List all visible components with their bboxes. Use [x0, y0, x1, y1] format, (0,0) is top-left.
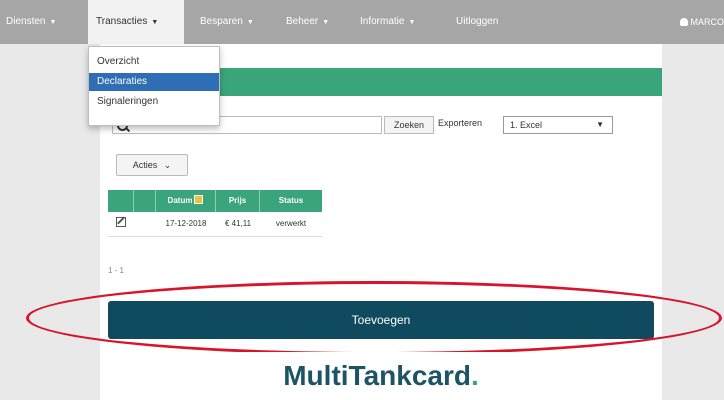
brand-logo: MultiTankcard. [100, 352, 662, 400]
export-label: Exporteren [438, 118, 483, 128]
chevron-down-icon: ⌄ [163, 160, 172, 170]
nav-transacties[interactable]: Transacties ▼ [88, 0, 184, 44]
cell-status: verwerkt [275, 219, 307, 228]
export-selected-value: 1. Excel [510, 120, 543, 130]
dropdown-item-declaraties[interactable]: Declaraties [89, 73, 219, 91]
caret-down-icon: ▼ [322, 19, 330, 26]
column-header [134, 190, 156, 212]
search-button[interactable]: Zoeken [384, 116, 434, 134]
nav-diensten[interactable]: Diensten ▼ [0, 0, 56, 44]
highlight-ellipse [26, 281, 722, 355]
export-select[interactable]: 1. Excel ▼ [503, 116, 613, 134]
brand-name: MultiTankcard [283, 360, 471, 391]
caret-down-icon: ▼ [246, 19, 254, 26]
user-name: MARCO [690, 17, 724, 27]
actions-button[interactable]: Acties ⌄ [116, 154, 188, 176]
caret-down-icon: ▼ [408, 19, 416, 26]
column-header [108, 190, 134, 212]
cell-price: € 41,11 [224, 219, 252, 228]
brand-dot: . [470, 360, 479, 391]
nav-besparen[interactable]: Besparen ▼ [200, 0, 254, 44]
table-header: Datum Prijs Status [108, 190, 322, 212]
cell-date: 17-12-2018 [165, 219, 207, 228]
nav-uitloggen[interactable]: Uitloggen [456, 0, 498, 44]
nav-informatie[interactable]: Informatie ▼ [360, 0, 415, 44]
nav-beheer[interactable]: Beheer ▼ [286, 0, 329, 44]
transacties-dropdown: Overzicht Declaraties Signaleringen [88, 46, 220, 126]
sort-icon [194, 195, 204, 204]
column-header-prijs[interactable]: Prijs [216, 190, 260, 212]
edit-icon [116, 217, 126, 227]
user-icon [679, 18, 688, 26]
column-header-datum[interactable]: Datum [156, 190, 216, 212]
column-header-label: Datum [167, 196, 193, 205]
table-row: 17-12-2018 € 41,11 verwerkt [108, 212, 322, 237]
nav-label: Transacties [96, 16, 148, 27]
nav-label: Informatie [360, 16, 405, 27]
nav-label: Uitloggen [456, 16, 499, 27]
top-navbar: Diensten ▼ Transacties ▼ Besparen ▼ Beheer ▼… [0, 0, 724, 44]
nav-label: Diensten [6, 16, 46, 27]
nav-label: Besparen [200, 16, 243, 27]
dropdown-item-signaleringen[interactable]: Signaleringen [89, 93, 219, 111]
nav-user[interactable]: MARCO [679, 0, 724, 44]
caret-down-icon: ▼ [596, 120, 604, 129]
column-header-status[interactable]: Status [260, 190, 322, 212]
caret-down-icon: ▼ [151, 19, 159, 26]
caret-down-icon: ▼ [49, 19, 57, 26]
pager-text: 1 - 1 [108, 266, 125, 275]
actions-label: Acties [132, 160, 158, 170]
dropdown-item-overzicht[interactable]: Overzicht [89, 53, 219, 71]
nav-label: Beheer [286, 16, 319, 27]
edit-cell[interactable] [108, 212, 134, 236]
